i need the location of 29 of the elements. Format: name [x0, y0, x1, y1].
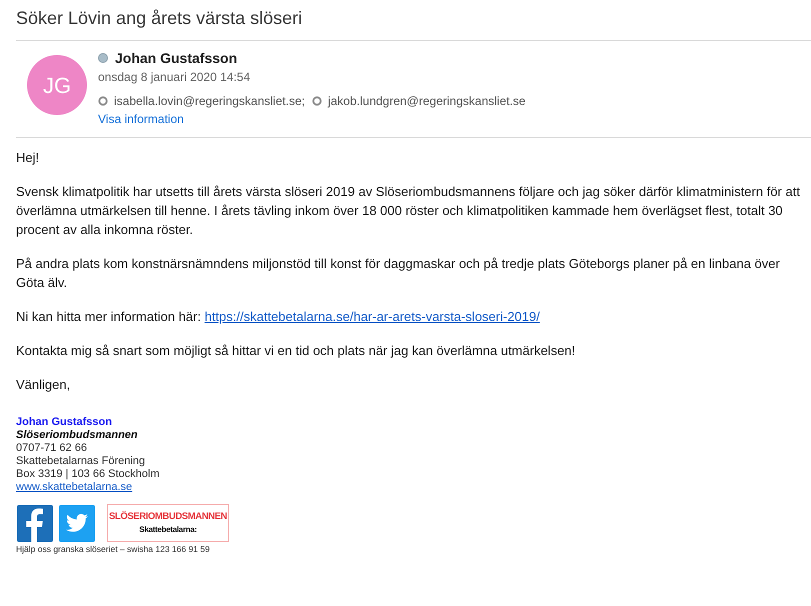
status-ring-icon: [98, 96, 108, 106]
email-subject: Söker Lövin ang årets värsta slöseri: [16, 7, 302, 30]
body-paragraph: På andra plats kom konstnärsnämndens miljonstöd till konst för daggmaskar och på tredje plats Göteborgs planer på en linbana över Göta älv.: [16, 255, 781, 292]
avatar: JG: [27, 55, 87, 115]
details-link[interactable]: Visa information: [98, 111, 184, 127]
twitter-icon[interactable]: [59, 505, 95, 542]
signature-line: Box 3319 | 103 66 Stockholm: [16, 468, 160, 481]
sent-date: onsdag 8 januari 2020 14:54: [98, 69, 250, 85]
article-link[interactable]: https://skattebetalarna.se/har-ar-arets-varsta-sloseri-2019/: [204, 309, 540, 324]
status-ring-icon: [312, 96, 322, 106]
signature-line: Skattebetalarnas Förening: [16, 455, 146, 468]
signature-title: Slöseriombudsmannen: [16, 429, 138, 442]
website-link[interactable]: www.skattebetalarna.se: [16, 481, 132, 494]
body-paragraph: Kontakta mig så snart som möjligt så hittar vi en tid och plats när jag kan överlämna utmärkelsen!: [16, 342, 576, 360]
body-paragraph: Vänligen,: [16, 376, 70, 394]
body-paragraph: Ni kan hitta mer information här: https://skattebetalarna.se/har-ar-arets-varsta-sloseri-2019/: [16, 308, 540, 326]
signature-line: 0707-71 62 66: [16, 442, 87, 455]
sender-name: Johan Gustafsson: [115, 48, 238, 68]
body-paragraph: Hej!: [16, 149, 40, 167]
logo-frame[interactable]: SLÖSERIOMBUDSMANNEN Skattebetalarna:: [107, 504, 230, 542]
body-paragraph: Svensk klimatpolitik har utsetts till årets värsta slöseri 2019 av Slöseriombudsmannens följare och jag söker därför klimatministern för att överlämna utmärkelsen till henne. I årets tävling inkom över 18 000 röster och klimatpolitiken kammade hem överlägset flest, totalt 30 procent av alla inkomna röster.: [16, 183, 800, 239]
facebook-icon[interactable]: [17, 505, 53, 542]
recipient-address[interactable]: isabella.lovin@regeringskansliet.se;: [114, 93, 305, 109]
logo-subtitle: Skattebetalarna:: [139, 525, 197, 535]
logo-title: SLÖSERIOMBUDSMANNEN: [109, 511, 228, 523]
status-dot-icon: [98, 53, 108, 63]
signature-footer: Hjälp oss granska slöseriet – swisha 123 166 91 59: [16, 544, 210, 555]
signature-name: Johan Gustafsson: [16, 416, 112, 429]
recipient-address[interactable]: jakob.lundgren@regeringskansliet.se: [328, 93, 526, 109]
